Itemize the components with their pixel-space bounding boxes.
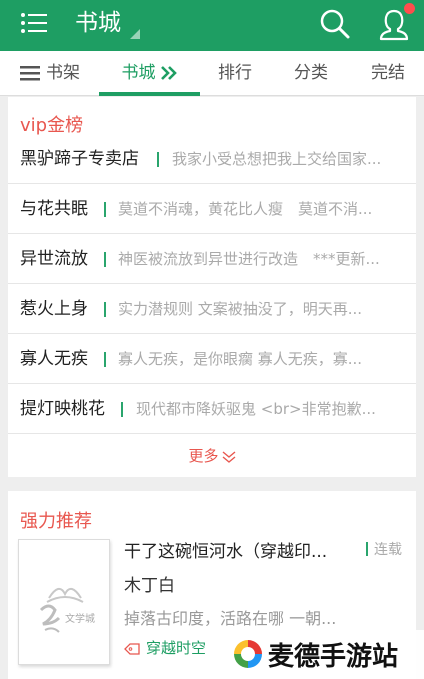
watermark: 麦德手游站 (224, 630, 424, 679)
book-desc: 神医被流放到异世进行改造 ***更新... (118, 250, 380, 268)
list-item[interactable]: 寡人无疾 寡人无疾，是你眼瘸 寡人无疾，寡... (8, 334, 416, 384)
divider (104, 202, 106, 217)
book-name: 异世流放 (20, 249, 88, 269)
list-item[interactable]: 异世流放 神医被流放到异世进行改造 ***更新... (8, 234, 416, 284)
book-name: 寡人无疾 (20, 349, 88, 369)
book-author: 木丁白 (124, 576, 175, 596)
tag-label: 穿越时空 (146, 639, 207, 657)
book-cover[interactable]: 文学城 (18, 539, 110, 665)
section-title: 强力推荐 (20, 511, 92, 532)
title-dropdown-icon (130, 29, 140, 39)
more-label: 更多 (188, 447, 219, 465)
list-item[interactable]: 提灯映桃花 现代都市降妖驱鬼 <br>非常抱歉... (8, 384, 416, 434)
menu-list-icon[interactable] (20, 11, 48, 35)
active-tab-indicator (99, 92, 200, 96)
tab-ranking[interactable]: 排行 (205, 51, 265, 96)
book-name: 与花共眠 (20, 199, 88, 219)
tab-bookstore[interactable]: 书城 (99, 51, 200, 96)
vip-ranking-card: vip金榜 黑驴蹄子专卖店 我家小受总想把我上交给国家... 与花共眠 莫道不消… (8, 97, 416, 477)
genre-tag[interactable]: 穿越时空 (124, 637, 206, 658)
tab-label: 书架 (46, 63, 80, 83)
book-intro: 掉落古印度，活路在哪 一朝... (124, 609, 337, 628)
list-icon (20, 66, 40, 81)
book-cover-logo-icon (39, 587, 84, 633)
cover-text: 文学城 (65, 614, 95, 625)
status-badge: 连载 (374, 542, 402, 558)
watermark-text: 麦德手游站 (268, 642, 399, 672)
book-desc: 寡人无疾，是你眼瘸 寡人无疾，寡... (118, 350, 363, 368)
tab-bookshelf[interactable]: 书架 (10, 51, 90, 96)
book-desc: 现代都市降妖驱鬼 <br>非常抱歉... (136, 400, 376, 418)
divider (121, 402, 123, 417)
tab-label: 排行 (218, 63, 252, 83)
notification-badge (404, 3, 415, 14)
tab-bar: 书架 书城 排行 分类 完结 (0, 51, 424, 96)
more-button[interactable]: 更多 (8, 435, 416, 477)
tab-label: 分类 (294, 63, 328, 83)
book-desc: 莫道不消魂，黄花比人瘦 莫道不消... (118, 200, 373, 218)
watermark-logo-icon (234, 640, 262, 668)
book-desc: 实力潜规则 文案被抽没了，明天再... (118, 300, 363, 318)
divider (104, 302, 106, 317)
tab-label: 书城 (121, 63, 156, 83)
divider (366, 542, 368, 556)
divider (104, 352, 106, 367)
tag-icon (124, 642, 140, 655)
page-title[interactable]: 书城 (75, 8, 121, 38)
user-icon[interactable] (378, 8, 410, 42)
double-chevron-right-icon (160, 66, 177, 80)
list-item[interactable]: 与花共眠 莫道不消魂，黄花比人瘦 莫道不消... (8, 184, 416, 234)
app-bar: 书城 (0, 0, 424, 51)
double-chevron-down-icon (222, 450, 235, 463)
tab-completed[interactable]: 完结 (358, 51, 418, 96)
search-icon[interactable] (319, 8, 351, 40)
book-title[interactable]: 干了这碗恒河水（穿越印... (124, 537, 327, 562)
list-item[interactable]: 惹火上身 实力潜规则 文案被抽没了，明天再... (8, 284, 416, 334)
book-name: 提灯映桃花 (20, 399, 105, 419)
book-desc: 我家小受总想把我上交给国家... (172, 150, 382, 168)
book-name: 黑驴蹄子专卖店 (20, 149, 139, 169)
divider (157, 152, 159, 167)
book-name: 惹火上身 (20, 299, 88, 319)
tab-category[interactable]: 分类 (281, 51, 341, 96)
tab-label: 完结 (371, 63, 405, 83)
list-item[interactable]: 黑驴蹄子专卖店 我家小受总想把我上交给国家... (8, 134, 416, 184)
divider (104, 252, 106, 267)
